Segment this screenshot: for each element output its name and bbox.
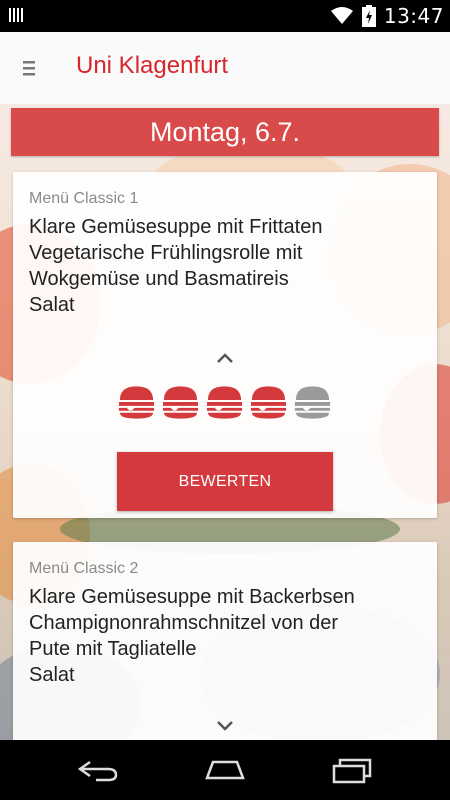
chevron-down-icon[interactable] bbox=[213, 718, 237, 734]
menu-card: Menü Classic 2 Klare Gemüsesuppe mit Bac… bbox=[13, 542, 437, 742]
dish-line: Champignonrahmschnitzel von der bbox=[29, 612, 339, 634]
app-title: Uni Klagenfurt bbox=[76, 52, 229, 79]
status-bar: 13:47 bbox=[0, 0, 450, 32]
dish-line: Salat bbox=[29, 664, 75, 686]
day-label: Montag, 6.7. bbox=[149, 116, 301, 147]
app-bar: Uni Klagenfurt bbox=[0, 32, 450, 105]
dish-line: Vegetarische Frühlingsrolle mit bbox=[29, 242, 303, 264]
dish-line: Klare Gemüsesuppe mit Frittaten bbox=[29, 216, 323, 238]
dish-list: Klare Gemüsesuppe mit Frittaten Vegetari… bbox=[29, 214, 429, 318]
signal-bars-icon bbox=[9, 8, 23, 22]
dish-line: Klare Gemüsesuppe mit Backerbsen bbox=[29, 586, 355, 608]
rating-burgers[interactable] bbox=[117, 382, 332, 422]
dish-line: Wokgemüse und Basmatireis bbox=[29, 268, 289, 290]
dish-line: Salat bbox=[29, 294, 75, 316]
dish-list: Klare Gemüsesuppe mit Backerbsen Champig… bbox=[29, 584, 429, 688]
chevron-up-icon[interactable] bbox=[213, 350, 237, 366]
menu-label: Menü Classic 1 bbox=[29, 190, 139, 207]
back-icon[interactable] bbox=[76, 756, 120, 784]
dish-line: Pute mit Tagliatelle bbox=[29, 638, 197, 660]
recent-apps-icon[interactable] bbox=[330, 756, 374, 784]
rate-button[interactable]: BEWERTEN bbox=[117, 452, 333, 511]
burger-rating-icon[interactable] bbox=[293, 382, 332, 422]
burger-rating-icon[interactable] bbox=[117, 382, 156, 422]
home-icon[interactable] bbox=[203, 756, 247, 784]
day-banner: Montag, 6.7. bbox=[11, 108, 439, 156]
menu-label: Menü Classic 2 bbox=[29, 560, 139, 577]
hamburger-menu-icon[interactable] bbox=[20, 57, 42, 79]
navigation-bar bbox=[0, 740, 450, 800]
burger-rating-icon[interactable] bbox=[161, 382, 200, 422]
battery-icon bbox=[361, 5, 376, 27]
burger-rating-icon[interactable] bbox=[205, 382, 244, 422]
wifi-icon bbox=[330, 7, 353, 24]
clock-time: 13:47 bbox=[383, 4, 444, 28]
burger-rating-icon[interactable] bbox=[249, 382, 288, 422]
menu-card: Menü Classic 1 Klare Gemüsesuppe mit Fri… bbox=[13, 172, 437, 518]
